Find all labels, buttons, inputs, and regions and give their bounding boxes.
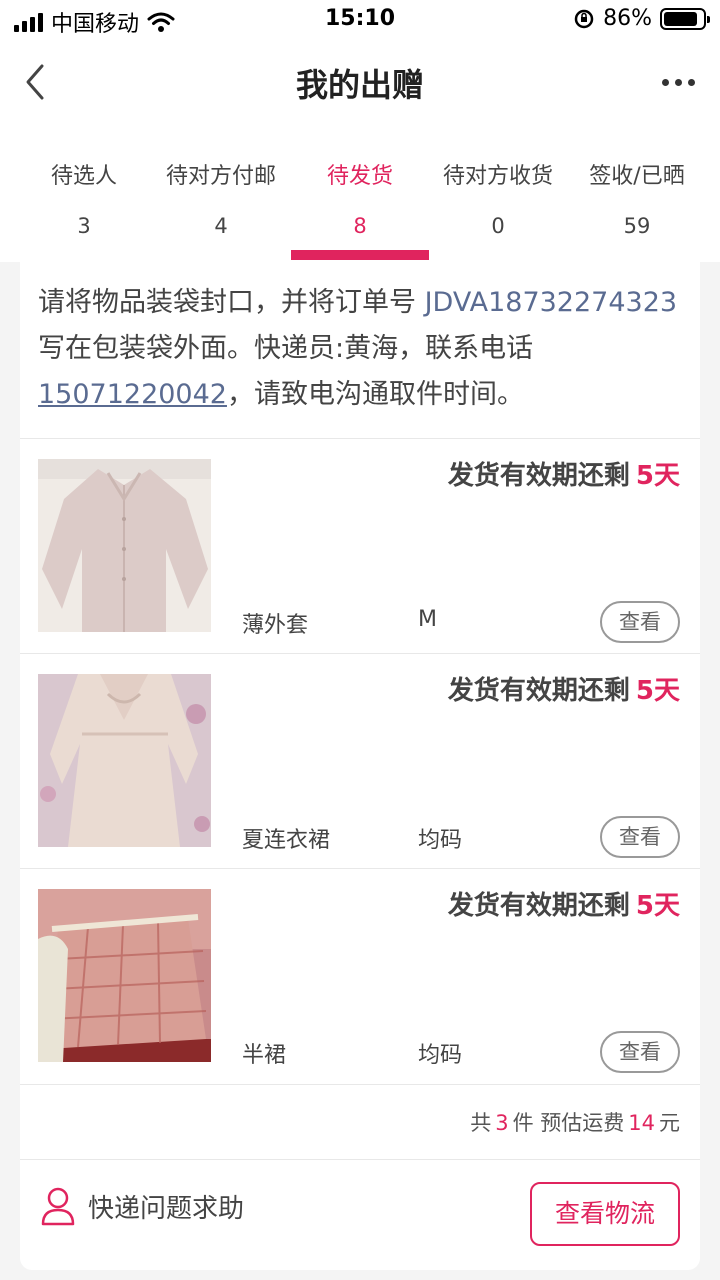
page-title: 我的出赠 [295,66,424,104]
item-photo-skirt[interactable] [38,889,211,1062]
notice-text: 请将物品装袋封口，并将订单号 [38,287,425,318]
list-item: 发货有效期还剩 5天 夏连衣裙 均码 查看 [20,653,700,868]
tab-count: 3 [77,214,91,238]
shipping-deadline: 发货有效期还剩 5天 [448,670,680,707]
more-button[interactable] [656,64,700,100]
summary-text: 共3件 预估运费 14 元 [470,1107,680,1137]
item-size: M [418,607,437,632]
summary-prefix: 共 [470,1111,492,1135]
tab-label: 签收/已晒 [589,164,685,189]
summary-middle: 件 预估运费 [512,1111,625,1135]
status-right: 86% [573,6,710,31]
item-size: 均码 [418,828,463,853]
status-bar: 中国移动 15:10 86% [0,0,720,40]
list-item: 发货有效期还剩 5天 薄外套 M 查看 [20,438,700,653]
battery-percent: 86% [603,6,652,31]
courier-help-link[interactable]: 快递问题求助 [40,1186,244,1226]
deadline-days: 5天 [635,891,680,921]
tab-pending-shipment[interactable]: 待发货 8 [290,130,430,262]
shipping-fee: 14 [628,1111,655,1135]
tab-label: 待选人 [50,164,117,189]
tab-label: 待发货 [326,164,393,189]
deadline-label: 发货有效期还剩 [447,461,630,491]
tab-count: 59 [623,214,651,238]
tab-label: 待对方收货 [442,164,553,189]
tab-pending-receipt[interactable]: 待对方收货 0 [423,130,573,262]
battery-icon [660,7,710,30]
list-item: 发货有效期还剩 5天 半裙 均码 查看 [20,868,700,1083]
deadline-label: 发货有效期还剩 [447,891,630,921]
tab-count: 8 [353,214,367,238]
tab-count: 4 [214,214,228,238]
order-summary: 共3件 预估运费 14 元 [20,1084,700,1160]
status-tabs: 待选人 3 待对方付邮 4 待发货 8 待对方收货 0 签收/已晒 59 [0,130,720,262]
view-logistics-button[interactable]: 查看物流 [530,1182,680,1246]
active-tab-indicator [291,250,429,260]
user-icon [41,1187,75,1226]
tab-count: 0 [491,214,505,238]
item-size: 均码 [418,1043,463,1068]
tab-pending-postage[interactable]: 待对方付邮 4 [146,130,296,262]
item-name: 半裙 [242,1043,287,1068]
deadline-days: 5天 [635,676,680,706]
view-button[interactable]: 查看 [600,601,680,643]
shipping-notice: 请将物品装袋封口，并将订单号 JDVA18732274323 写在包装袋外面。快… [38,280,686,418]
item-photo-dress[interactable] [38,674,211,847]
item-name: 薄外套 [242,613,309,638]
item-photo-jacket[interactable] [38,459,211,632]
shipping-deadline: 发货有效期还剩 5天 [448,455,680,492]
tab-signed-shared[interactable]: 签收/已晒 59 [572,130,702,262]
tab-label: 待对方付邮 [165,164,276,189]
view-button[interactable]: 查看 [600,1031,680,1073]
notice-text: 写在包装袋外面。快递员:黄海，联系电话 [38,333,534,364]
item-count: 3 [495,1111,509,1135]
item-name: 夏连衣裙 [242,828,331,853]
orientation-lock-icon [574,9,594,28]
notice-text: ，请致电沟通取件时间。 [226,379,524,410]
view-button[interactable]: 查看 [600,816,680,858]
summary-suffix: 元 [659,1111,680,1135]
courier-phone-link[interactable]: 15071220042 [38,379,227,410]
more-icon [661,78,669,86]
deadline-days: 5天 [635,461,680,491]
help-label: 快递问题求助 [88,1193,245,1224]
shipping-deadline: 发货有效期还剩 5天 [448,885,680,922]
order-card: 请将物品装袋封口，并将订单号 JDVA18732274323 写在包装袋外面。快… [20,262,700,1270]
deadline-label: 发货有效期还剩 [447,676,630,706]
tab-pending-select[interactable]: 待选人 3 [14,130,154,262]
order-number[interactable]: JDVA18732274323 [425,287,677,318]
nav-bar: 我的出赠 [0,40,720,130]
